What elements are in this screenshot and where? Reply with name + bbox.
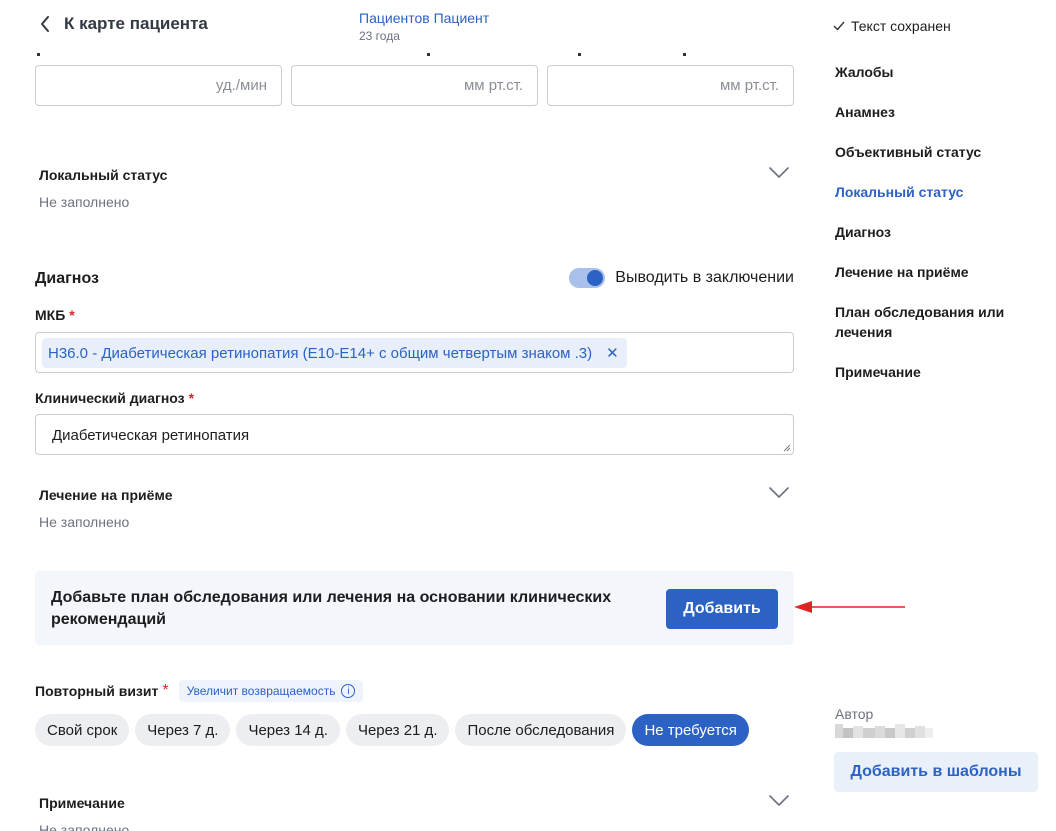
revisit-option-7-days[interactable]: Через 7 д. bbox=[135, 714, 231, 746]
save-status: Текст сохранен bbox=[833, 18, 951, 34]
back-label: К карте пациента bbox=[64, 14, 208, 33]
author-label: Автор bbox=[835, 706, 874, 722]
vitals-row: уд./мин мм рт.ст. мм рт.ст. bbox=[35, 65, 794, 106]
toggle-switch[interactable] bbox=[569, 268, 606, 288]
add-plan-button[interactable]: Добавить bbox=[666, 589, 778, 629]
annotation-arrow-icon bbox=[794, 601, 905, 613]
revisit-header: Повторный визит * Увеличит возвращаемост… bbox=[35, 680, 364, 702]
check-icon bbox=[833, 21, 845, 31]
required-mark: * bbox=[188, 390, 195, 406]
save-status-text: Текст сохранен bbox=[851, 18, 951, 34]
revisit-option-21-days[interactable]: Через 21 д. bbox=[345, 714, 450, 746]
back-to-patient-card[interactable]: К карте пациента bbox=[40, 14, 208, 34]
revisit-options: Свой срок Через 7 д. Через 14 д. Через 2… bbox=[35, 714, 749, 746]
add-to-templates-button[interactable]: Добавить в шаблоны bbox=[834, 752, 1038, 792]
plan-suggestion-text: Добавьте план обследования или лечения н… bbox=[51, 589, 612, 628]
revisit-title: Повторный визит bbox=[35, 683, 159, 699]
patient-name[interactable]: Пациентов Пациент bbox=[359, 10, 489, 26]
nav-item-diagnosis[interactable]: Диагноз bbox=[835, 222, 1035, 242]
mkb-chip-label: H36.0 - Диабетическая ретинопатия (E10-E… bbox=[48, 344, 593, 362]
diastolic-unit: мм рт.ст. bbox=[719, 77, 779, 94]
revisit-hint-text: Увеличит возвращаемость bbox=[186, 684, 336, 698]
patient-age: 23 года bbox=[359, 29, 400, 43]
clipped-label-fragments bbox=[37, 53, 686, 56]
systolic-unit: мм рт.ст. bbox=[463, 77, 523, 94]
nav-item-local-status[interactable]: Локальный статус bbox=[835, 182, 1035, 202]
required-mark: * bbox=[162, 682, 169, 699]
nav-item-treatment[interactable]: Лечение на приёме bbox=[835, 262, 1035, 282]
note-value: Не заполнено bbox=[39, 822, 130, 831]
close-icon[interactable]: ✕ bbox=[606, 344, 619, 362]
chevron-left-icon bbox=[41, 16, 49, 32]
diagnosis-title: Диагноз bbox=[35, 270, 99, 287]
local-status-section[interactable]: Локальный статус Не заполнено bbox=[35, 167, 794, 217]
revisit-hint[interactable]: Увеличит возвращаемость i bbox=[178, 680, 364, 702]
chevron-down-icon[interactable] bbox=[769, 487, 789, 499]
clipped-labels bbox=[35, 44, 794, 56]
diastolic-pressure-input[interactable]: мм рт.ст. bbox=[547, 65, 794, 106]
required-mark: * bbox=[69, 307, 75, 323]
nav-item-complaints[interactable]: Жалобы bbox=[835, 62, 1035, 82]
note-title: Примечание bbox=[39, 795, 125, 811]
toggle-knob bbox=[587, 270, 604, 286]
clinical-diagnosis-textarea[interactable]: Диабетическая ретинопатия bbox=[35, 414, 794, 455]
note-section[interactable]: Примечание Не заполнено bbox=[35, 795, 794, 831]
mkb-chip[interactable]: H36.0 - Диабетическая ретинопатия (E10-E… bbox=[42, 338, 627, 368]
author-name-redacted bbox=[835, 724, 933, 738]
info-icon[interactable]: i bbox=[341, 684, 356, 698]
section-nav: Жалобы Анамнез Объективный статус Локаль… bbox=[835, 62, 1035, 402]
nav-item-note[interactable]: Примечание bbox=[835, 362, 1035, 382]
clinical-diagnosis-label: Клинический диагноз * bbox=[35, 390, 194, 406]
mkb-label: МКБ * bbox=[35, 307, 75, 323]
patient-info: Пациентов Пациент 23 года bbox=[359, 10, 489, 43]
mkb-input[interactable]: H36.0 - Диабетическая ретинопатия (E10-E… bbox=[35, 332, 794, 373]
nav-item-objective-status[interactable]: Объективный статус bbox=[835, 142, 1035, 162]
resize-handle-icon[interactable] bbox=[783, 444, 791, 452]
print-in-conclusion-toggle[interactable]: Выводить в заключении bbox=[569, 268, 794, 288]
treatment-title: Лечение на приёме bbox=[39, 487, 173, 503]
plan-suggestion-card: Добавьте план обследования или лечения н… bbox=[35, 571, 794, 645]
chevron-down-icon[interactable] bbox=[769, 167, 789, 179]
revisit-option-14-days[interactable]: Через 14 д. bbox=[236, 714, 340, 746]
local-status-value: Не заполнено bbox=[39, 194, 130, 210]
nav-item-anamnesis[interactable]: Анамнез bbox=[835, 102, 1035, 122]
pulse-input[interactable]: уд./мин bbox=[35, 65, 282, 106]
mkb-label-text: МКБ bbox=[35, 307, 66, 323]
systolic-pressure-input[interactable]: мм рт.ст. bbox=[291, 65, 538, 106]
pulse-unit: уд./мин bbox=[215, 77, 267, 94]
clinical-diagnosis-value: Диабетическая ретинопатия bbox=[52, 427, 250, 444]
toggle-label: Выводить в заключении bbox=[615, 269, 794, 286]
chevron-down-icon[interactable] bbox=[769, 795, 789, 807]
treatment-value: Не заполнено bbox=[39, 514, 130, 530]
revisit-option-not-required[interactable]: Не требуется bbox=[632, 714, 749, 746]
nav-item-plan[interactable]: План обследования или лечения bbox=[835, 302, 1035, 342]
treatment-section[interactable]: Лечение на приёме Не заполнено bbox=[35, 487, 794, 537]
local-status-title: Локальный статус bbox=[39, 167, 168, 183]
clinical-label-text: Клинический диагноз bbox=[35, 390, 185, 406]
revisit-option-custom[interactable]: Свой срок bbox=[35, 714, 130, 746]
revisit-option-after-exam[interactable]: После обследования bbox=[455, 714, 627, 746]
